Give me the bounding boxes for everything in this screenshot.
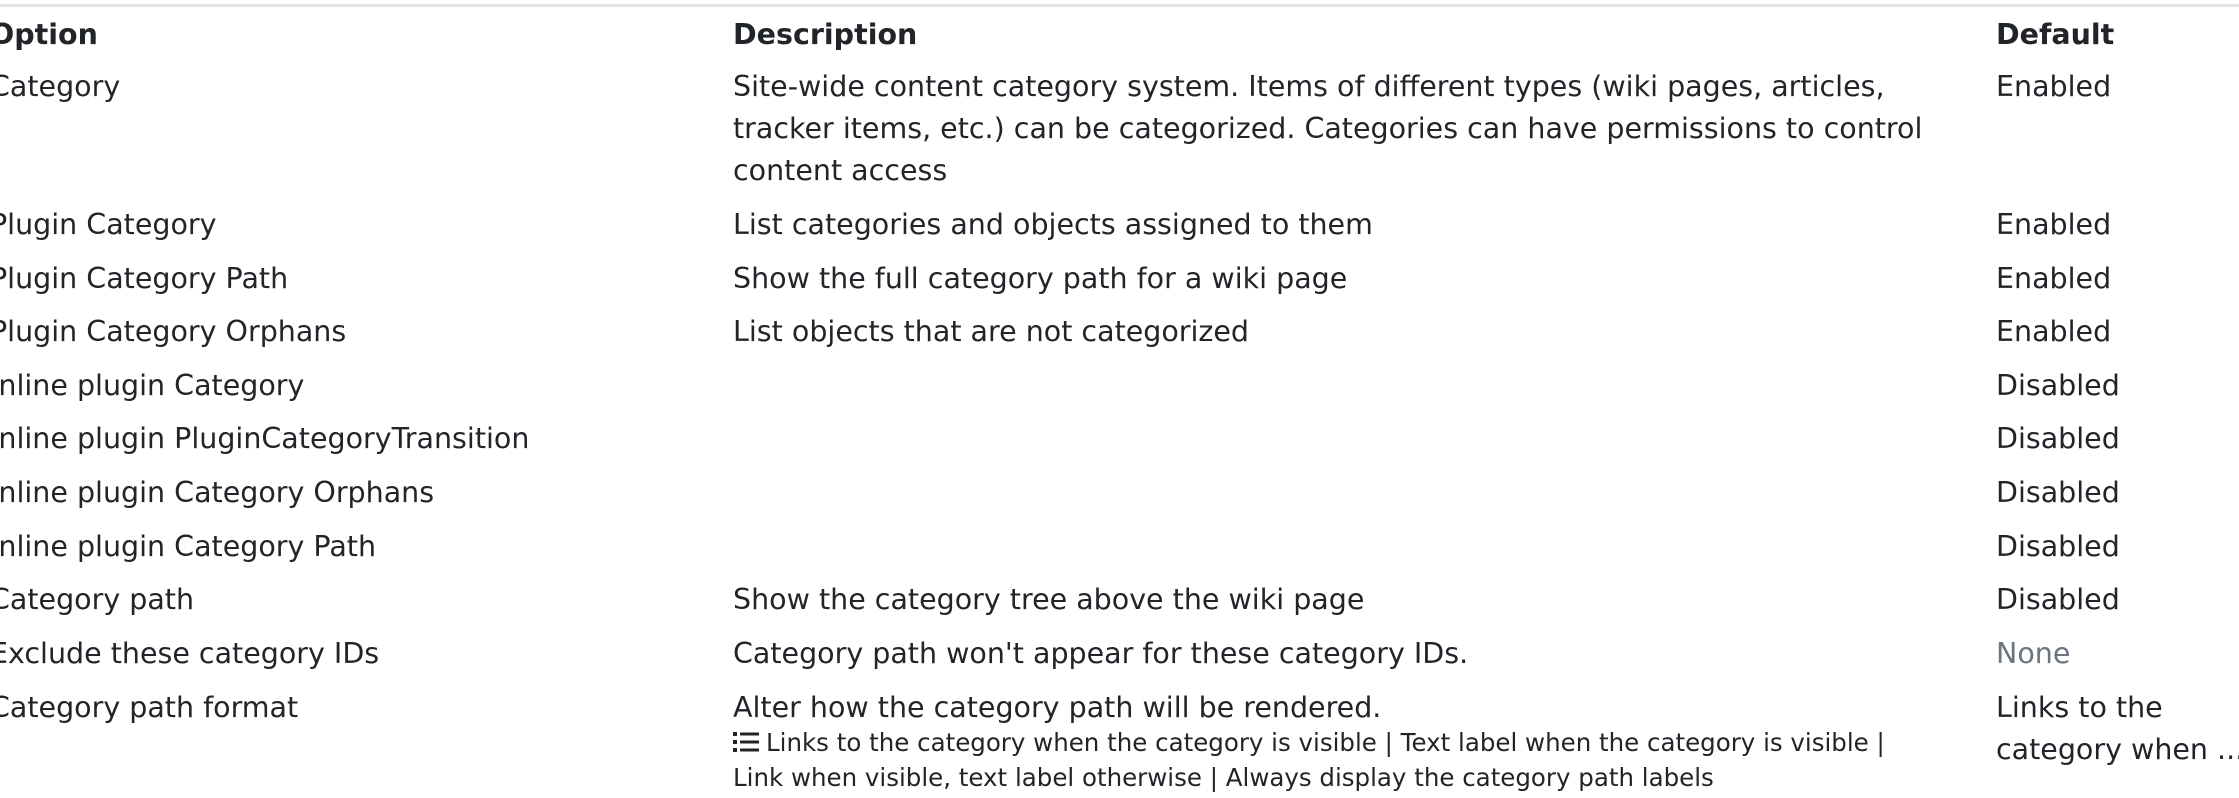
list-icon (733, 732, 759, 752)
option-description: Alter how the category path will be rend… (733, 687, 1885, 795)
option-default: Enabled (1996, 208, 2112, 241)
option-default: None (1996, 637, 2071, 670)
column-header-default: Default (1996, 18, 2115, 51)
option-default: Enabled (1996, 70, 2112, 103)
default-line: category when ... (1996, 733, 2239, 766)
option-default: Disabled (1996, 476, 2120, 509)
description-line: tracker items, etc.) can be categorized.… (733, 112, 1923, 145)
option-default: Disabled (1996, 369, 2120, 402)
option-name: Category path format (0, 691, 299, 724)
option-default: Disabled (1996, 422, 2120, 455)
option-default: Disabled (1996, 530, 2120, 563)
table-top-border (0, 4, 2239, 7)
default-line: Links to the (1996, 691, 2163, 724)
option-default: Disabled (1996, 583, 2120, 616)
description-text: Alter how the category path will be rend… (733, 691, 1382, 724)
option-description: List objects that are not categorized (733, 315, 1250, 348)
option-name: Plugin Category Orphans (0, 315, 347, 348)
option-description: Show the full category path for a wiki p… (733, 262, 1348, 295)
option-name: Exclude these category IDs (0, 637, 380, 670)
option-default: Links to the category when ... (1996, 687, 2239, 771)
option-default: Enabled (1996, 315, 2112, 348)
option-name: Inline plugin Category Path (0, 530, 377, 563)
option-name: Category path (0, 583, 195, 616)
description-line: Site-wide content category system. Items… (733, 70, 1885, 103)
option-name: Inline plugin Category Orphans (0, 476, 435, 509)
option-name: Category (0, 70, 121, 103)
column-header-option: Option (0, 18, 98, 51)
option-name: Plugin Category (0, 208, 217, 241)
option-values-text: Links to the category when the category … (766, 728, 1885, 757)
option-values-line: Links to the category when the category … (733, 725, 1885, 760)
option-description: Site-wide content category system. Items… (733, 66, 1922, 192)
option-name: Inline plugin PluginCategoryTransition (0, 422, 530, 455)
option-name: Plugin Category Path (0, 262, 289, 295)
option-description: Show the category tree above the wiki pa… (733, 583, 1365, 616)
option-name: Inline plugin Category (0, 369, 305, 402)
option-description: List categories and objects assigned to … (733, 208, 1373, 241)
description-line: content access (733, 154, 948, 187)
option-values-line: Link when visible, text label otherwise … (733, 763, 1714, 792)
column-header-description: Description (733, 18, 918, 51)
option-description: Category path won't appear for these cat… (733, 637, 1469, 670)
option-default: Enabled (1996, 262, 2112, 295)
